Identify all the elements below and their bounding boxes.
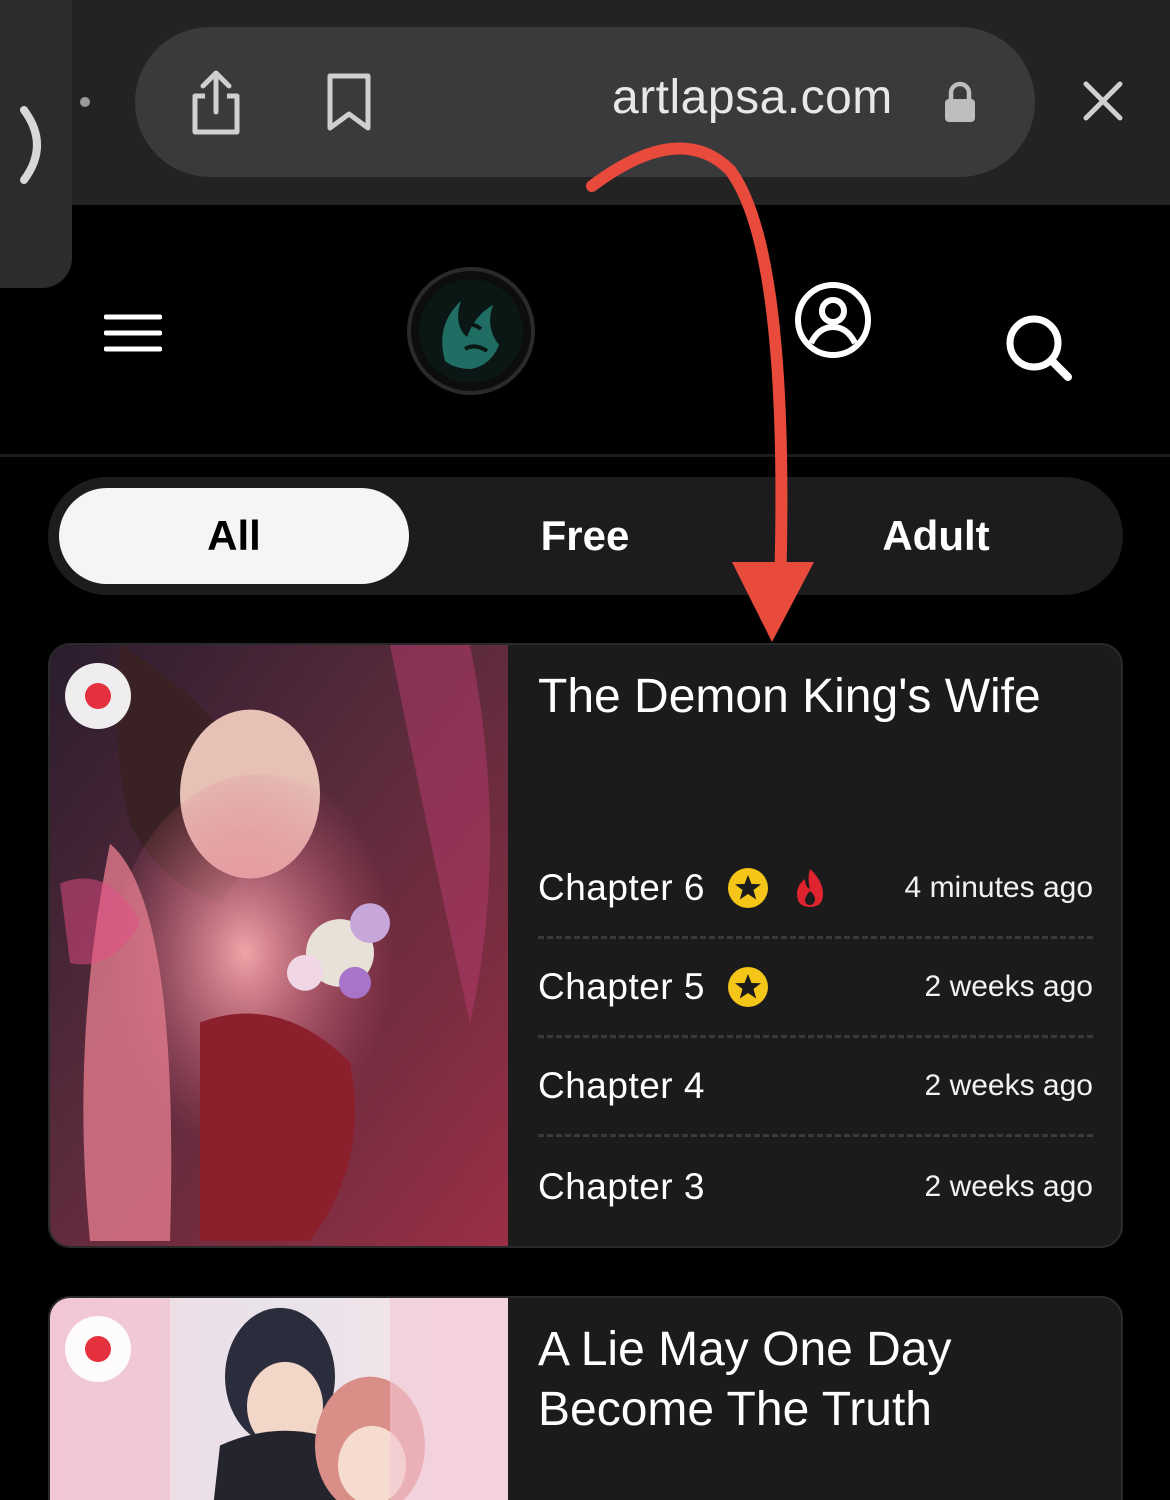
chapter-label[interactable]: Chapter 3 [538,1166,705,1208]
tab-all[interactable]: All [59,488,409,584]
category-filter: All Free Adult [48,477,1123,595]
chevron-right-icon [20,106,41,184]
chapter-list: Chapter 6 4 minutes ago Chapter 5 2 week… [538,840,1093,1236]
chapter-label[interactable]: Chapter 5 [538,966,705,1008]
chapter-row[interactable]: Chapter 5 2 weeks ago [538,939,1093,1038]
site-header [0,205,1170,457]
chapter-row[interactable]: Chapter 3 2 weeks ago [538,1137,1093,1236]
site-logo[interactable] [405,265,537,397]
star-badge-icon [728,967,768,1007]
lock-icon [945,81,975,122]
series-card[interactable]: A Lie May One Day Become The Truth [48,1296,1123,1500]
series-cover-image[interactable] [50,645,508,1246]
chapter-time: 2 weeks ago [924,970,1093,1003]
user-account-icon[interactable] [794,281,872,359]
tab-adult[interactable]: Adult [761,488,1111,584]
chapter-time: 2 weeks ago [924,1169,1093,1203]
search-icon[interactable] [1004,313,1074,383]
url-text[interactable]: artlapsa.com [612,70,893,125]
page-dot-indicator [80,97,90,107]
chapter-label[interactable]: Chapter 4 [538,1065,705,1107]
star-badge-icon [728,868,768,908]
chapter-row[interactable]: Chapter 4 2 weeks ago [538,1038,1093,1137]
live-badge [65,663,131,729]
close-icon[interactable] [1078,76,1128,126]
share-icon[interactable] [185,68,247,138]
address-bar[interactable] [135,27,1035,177]
chapter-time: 4 minutes ago [904,871,1093,904]
chapter-row[interactable]: Chapter 6 4 minutes ago [538,840,1093,939]
tab-free[interactable]: Free [410,488,760,584]
browser-toolbar: artlapsa.com [0,0,1170,205]
series-card[interactable]: The Demon King's Wife Chapter 6 4 minute… [48,643,1123,1248]
chapter-time: 2 weeks ago [924,1069,1093,1102]
chapter-label[interactable]: Chapter 6 [538,867,705,909]
series-title[interactable]: The Demon King's Wife [538,667,1098,727]
hamburger-menu-icon[interactable] [104,313,162,353]
live-badge [65,1316,131,1382]
series-title[interactable]: A Lie May One Day Become The Truth [538,1320,1098,1440]
bookmark-icon[interactable] [322,72,376,132]
fire-hot-icon [797,869,823,907]
side-panel-tab[interactable] [0,0,72,288]
